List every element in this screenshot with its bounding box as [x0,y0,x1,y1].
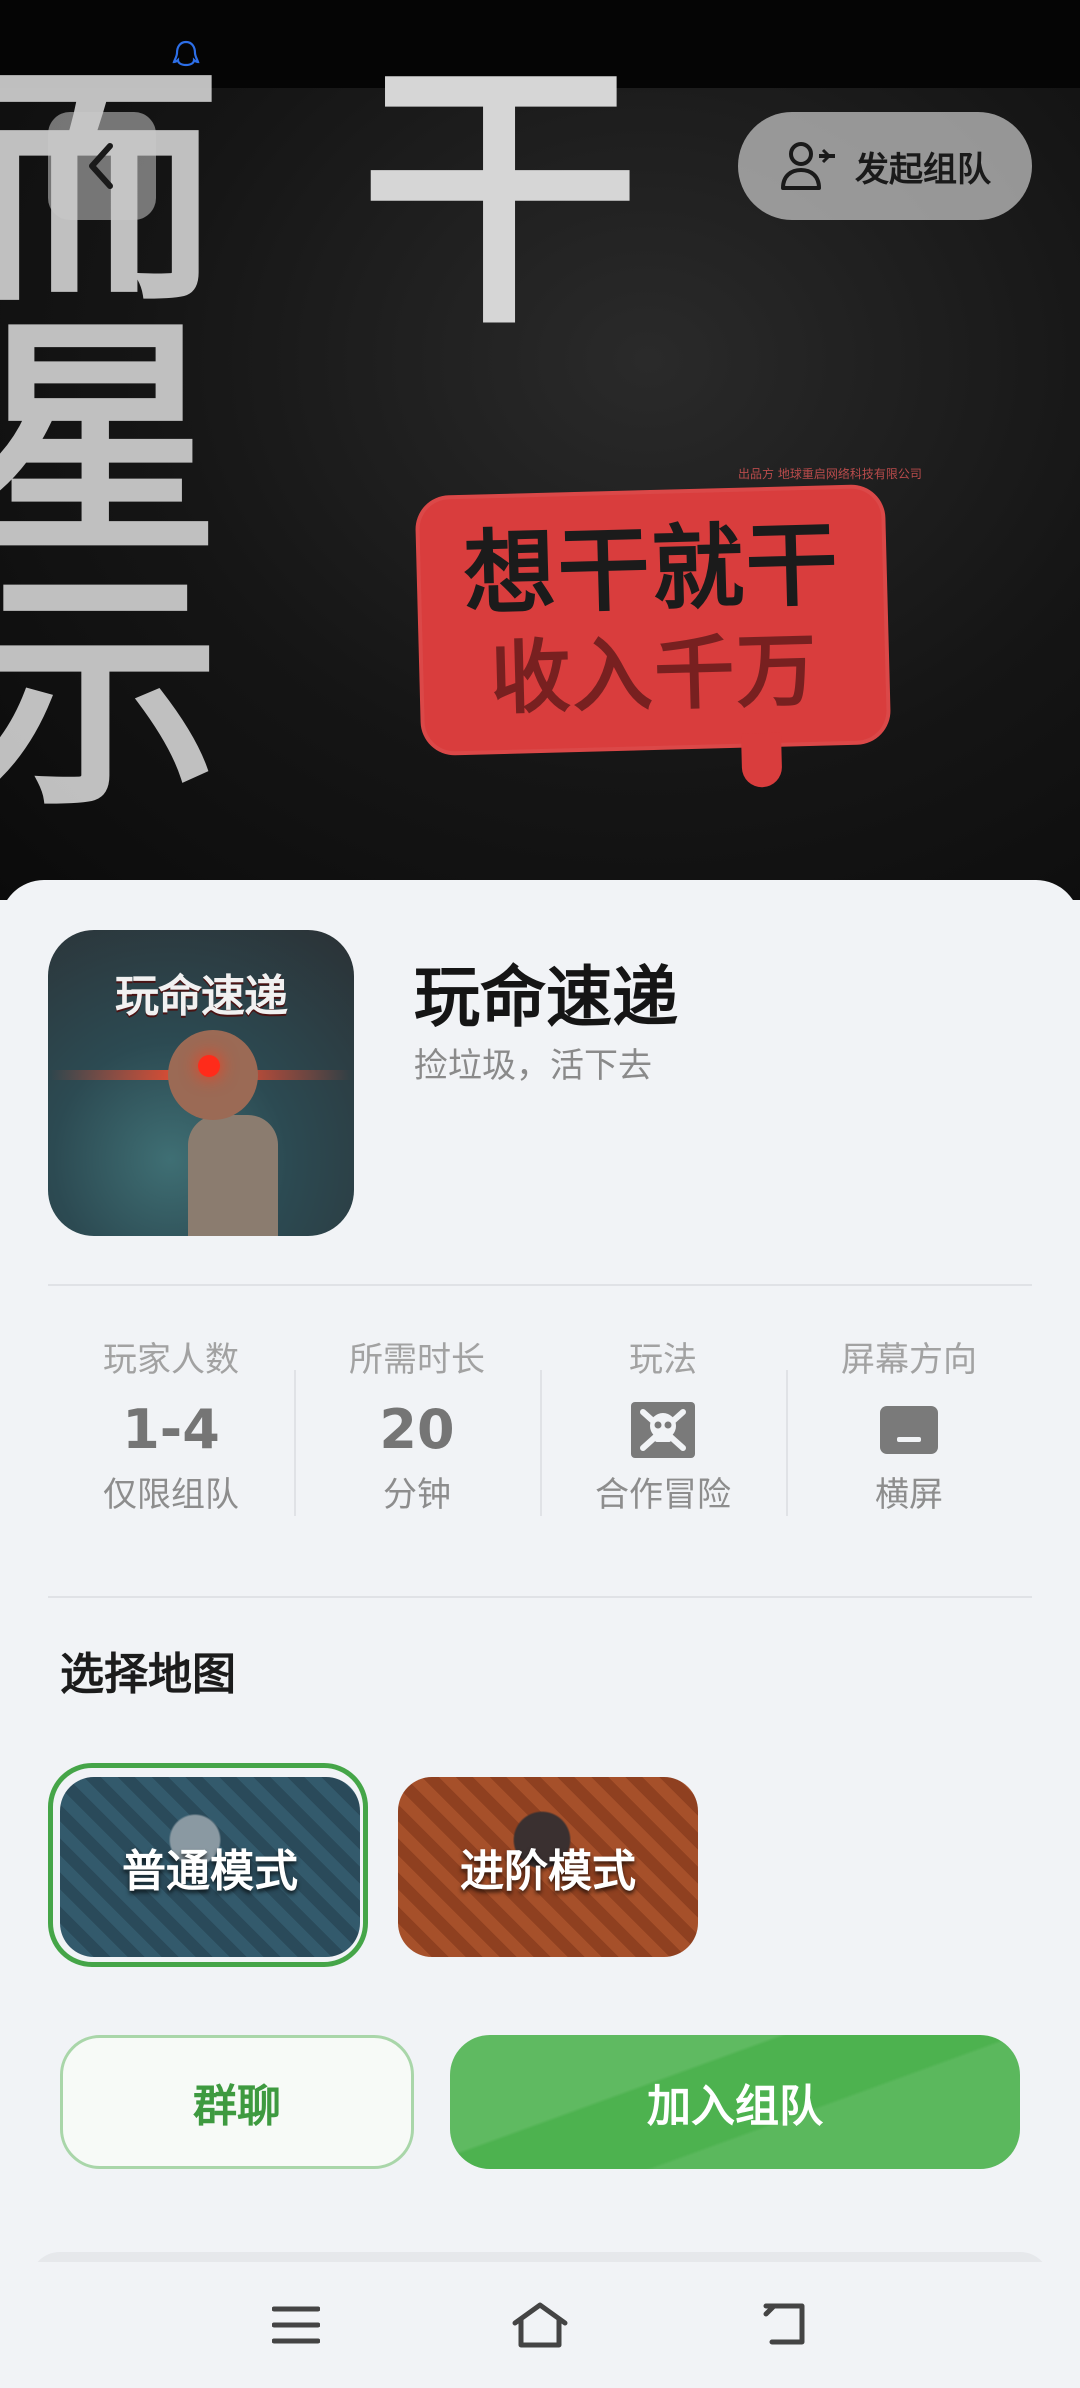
map-option-label: 普通模式 [122,1846,298,1897]
game-stats: 玩家人数 1-4 仅限组队 所需时长 20 分钟 玩法 合作冒险 屏幕方向 横屏 [48,1330,1032,1520]
select-map-title: 选择地图 [60,1649,236,1700]
sign-line-2: 收入千万 [489,623,820,726]
poster-top-char: 干 [360,37,640,363]
poster-char: 星 [0,296,220,587]
stat-gameplay: 玩法 合作冒险 [540,1330,786,1520]
game-cover-image: 玩命速递 [48,930,354,1236]
add-person-icon [781,142,835,190]
poster-fine-print: 出品方 地球重启网络科技有限公司 [738,467,922,481]
game-title: 玩命速递 [414,959,678,1036]
stat-note: 合作冒险 [595,1475,731,1515]
divider [48,1596,1032,1598]
join-team-button[interactable]: 加入组队 [450,2035,1020,2169]
stat-label: 所需时长 [349,1340,485,1380]
back-nav-button[interactable] [744,2285,824,2365]
start-team-label: 发起组队 [855,149,991,190]
system-nav-bar [0,2262,1080,2388]
stat-note: 仅限组队 [103,1475,239,1515]
back-button[interactable] [48,112,156,220]
back-arrow-icon [763,2303,805,2345]
game-detail-card: 玩命速递 玩命速递 捡垃圾，活下去 玩家人数 1-4 仅限组队 所需时长 20 … [0,880,1080,2230]
landscape-screen-icon [880,1406,938,1454]
map-option-advanced[interactable]: 进阶模式 [398,1777,698,1957]
stat-duration: 所需时长 20 分钟 [294,1330,540,1520]
menu-nav-button[interactable] [256,2285,336,2365]
game-cover-title: 玩命速递 [115,971,288,1022]
group-chat-button[interactable]: 群聊 [60,2035,414,2169]
divider [48,1284,1032,1286]
home-icon [512,2302,568,2348]
skull-crossbones-icon [631,1402,695,1458]
poster-speech-sign: 想干就干 收入千万 [414,483,892,757]
map-option-normal[interactable]: 普通模式 [60,1777,360,1957]
stat-orientation: 屏幕方向 横屏 [786,1330,1032,1520]
stat-value: 20 [379,1398,455,1461]
stat-label: 玩家人数 [103,1340,239,1380]
hero-banner: 而 星 示 干 出品方 地球重启网络科技有限公司 想干就干 收入千万 发起组队 [0,0,1080,900]
menu-icon [272,2306,320,2344]
map-option-label: 进阶模式 [460,1846,636,1897]
stat-note: 横屏 [875,1475,943,1515]
stat-note: 分钟 [383,1475,451,1515]
chevron-left-icon [89,143,113,189]
stat-value: 1-4 [122,1398,220,1461]
sign-line-1: 想干就干 [462,511,842,628]
game-subtitle: 捡垃圾，活下去 [414,1046,652,1086]
stat-label: 玩法 [629,1340,697,1380]
home-nav-button[interactable] [500,2285,580,2365]
stat-players: 玩家人数 1-4 仅限组队 [48,1330,294,1520]
start-team-button[interactable]: 发起组队 [738,112,1032,220]
stat-label: 屏幕方向 [841,1340,977,1380]
poster-char: 示 [0,548,220,839]
